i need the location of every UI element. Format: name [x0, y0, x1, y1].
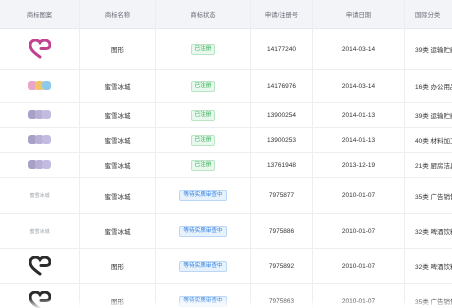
status-badge: 已注册	[190, 80, 216, 92]
application-date: 2014-03-14	[313, 29, 405, 69]
registration-number: 14177240	[251, 29, 313, 69]
table-body: 图形已注册141772402014-03-1439类 运输贮藏蜜雪冰城已注册14…	[0, 29, 452, 308]
header-logo: 商标图案	[0, 0, 80, 28]
logo-blob	[42, 159, 51, 169]
header-category: 国际分类	[415, 11, 441, 19]
trademark-name: 蜜雪冰城	[80, 214, 156, 248]
heart-logo-pink	[28, 39, 51, 59]
status-badge: 已注册	[190, 134, 216, 146]
status-badge: 已注册	[190, 109, 216, 121]
table-row[interactable]: 蜜雪冰城 已注册 141769762014-03-14 16类 办公用品	[0, 70, 452, 103]
status-badge: 等待实质审查中	[179, 260, 227, 272]
logo-blob	[42, 134, 51, 144]
mitu-ice-logo-purple	[28, 109, 51, 121]
status-badge: 等待实质审查中	[179, 225, 227, 237]
header-date: 申请日期	[313, 0, 405, 28]
text-logo: 蜜雪冰城	[29, 193, 50, 199]
international-category: 39类 运输贮藏	[415, 113, 452, 120]
scroll-fade	[0, 298, 452, 308]
international-category: 35类 广告销售	[415, 193, 452, 201]
international-category: 32类 啤酒饮料	[415, 264, 452, 271]
trademark-logo	[0, 103, 80, 127]
table-row[interactable]: 蜜雪冰城 蜜雪冰城 等待实质审查中 79758862010-01-07 32类 啤酒饮料	[0, 214, 452, 249]
application-date: 2014-01-13	[313, 103, 405, 127]
trademark-logo	[0, 128, 80, 152]
international-category: 39类 运输贮藏	[415, 47, 452, 54]
application-date: 2010-01-07	[313, 249, 405, 283]
application-date: 2013-12-19	[313, 153, 405, 177]
trademark-logo	[0, 70, 80, 102]
trademark-logo	[0, 153, 80, 177]
trademark-status: 已注册	[156, 70, 251, 102]
international-category: 21类 厨房洁具	[415, 163, 452, 170]
trademark-name: 蜜雪冰城	[80, 153, 156, 177]
trademark-logo	[0, 29, 80, 69]
trademark-status: 等待实质审查中	[156, 249, 251, 283]
application-date: 2014-03-14	[313, 70, 405, 102]
text-logo: 蜜雪冰城	[29, 228, 50, 235]
header-status: 商标状态	[156, 0, 251, 28]
application-date: 2010-01-07	[313, 214, 405, 248]
trademark-logo	[0, 249, 80, 283]
table-row[interactable]: 蜜雪冰城 已注册 137619482013-12-19 21类 厨房洁具	[0, 153, 452, 178]
table-row[interactable]: 蜜雪冰城 蜜雪冰城 等待实质审查中 79758772010-01-07 35类 广告销售	[0, 178, 452, 214]
table-row[interactable]: 蜜雪冰城 已注册 139002542014-01-13 39类 运输贮藏	[0, 103, 452, 128]
trademark-name: 图形	[80, 29, 156, 69]
registration-number: 13761948	[251, 153, 313, 177]
trademark-name: 蜜雪冰城	[80, 70, 156, 102]
international-category: 32类 啤酒饮料	[415, 229, 452, 236]
mitu-ice-logo-purple	[28, 159, 51, 171]
trademark-status: 已注册	[156, 103, 251, 127]
status-badge: 已注册	[190, 43, 216, 55]
logo-blob	[42, 80, 51, 90]
registration-number: 13900253	[251, 128, 313, 152]
international-category: 40类 材料加工	[415, 138, 452, 145]
registration-number: 14176976	[251, 70, 313, 102]
registration-number: 7975892	[251, 249, 313, 283]
international-category: 16类 办公用品	[415, 84, 452, 91]
trademark-name: 蜜雪冰城	[80, 103, 156, 127]
registration-number: 7975877	[251, 178, 313, 213]
trademark-name: 蜜雪冰城	[80, 178, 156, 213]
status-badge: 等待实质审查中	[179, 190, 227, 201]
trademark-logo: 蜜雪冰城	[0, 214, 80, 248]
trademark-status: 等待实质审查中	[156, 178, 251, 213]
application-date: 2010-01-07	[313, 178, 405, 213]
mitu-ice-logo-color	[28, 80, 51, 92]
table-row[interactable]: 图形 已注册 141772402014-03-14 39类 运输贮藏	[0, 29, 452, 70]
trademark-name: 蜜雪冰城	[80, 128, 156, 152]
trademark-name: 图形	[80, 249, 156, 283]
heart-logo-black	[28, 256, 51, 276]
table-row[interactable]: 蜜雪冰城 已注册 139002532014-01-13 40类 材料加工	[0, 128, 452, 153]
logo-blob	[42, 109, 51, 119]
registration-number: 7975886	[251, 214, 313, 248]
trademark-status: 已注册	[156, 29, 251, 69]
trademark-table: 商标图案 商标名称 商标状态 申请/注册号 申请日期 国际分类 图形 已注册 141…	[0, 0, 452, 308]
header-name: 商标名称	[80, 0, 156, 28]
table-header: 商标图案 商标名称 商标状态 申请/注册号 申请日期 国际分类	[0, 0, 452, 29]
status-badge: 已注册	[190, 159, 216, 171]
mitu-ice-logo-purple	[28, 134, 51, 146]
trademark-logo: 蜜雪冰城	[0, 178, 80, 213]
table-row[interactable]: 图形 等待实质审查中 79758922010-01-07 32类 啤酒饮料	[0, 249, 452, 284]
trademark-status: 已注册	[156, 128, 251, 152]
trademark-status: 等待实质审查中	[156, 214, 251, 248]
application-date: 2014-01-13	[313, 128, 405, 152]
header-reg-no: 申请/注册号	[251, 0, 313, 28]
registration-number: 13900254	[251, 103, 313, 127]
trademark-status: 已注册	[156, 153, 251, 177]
